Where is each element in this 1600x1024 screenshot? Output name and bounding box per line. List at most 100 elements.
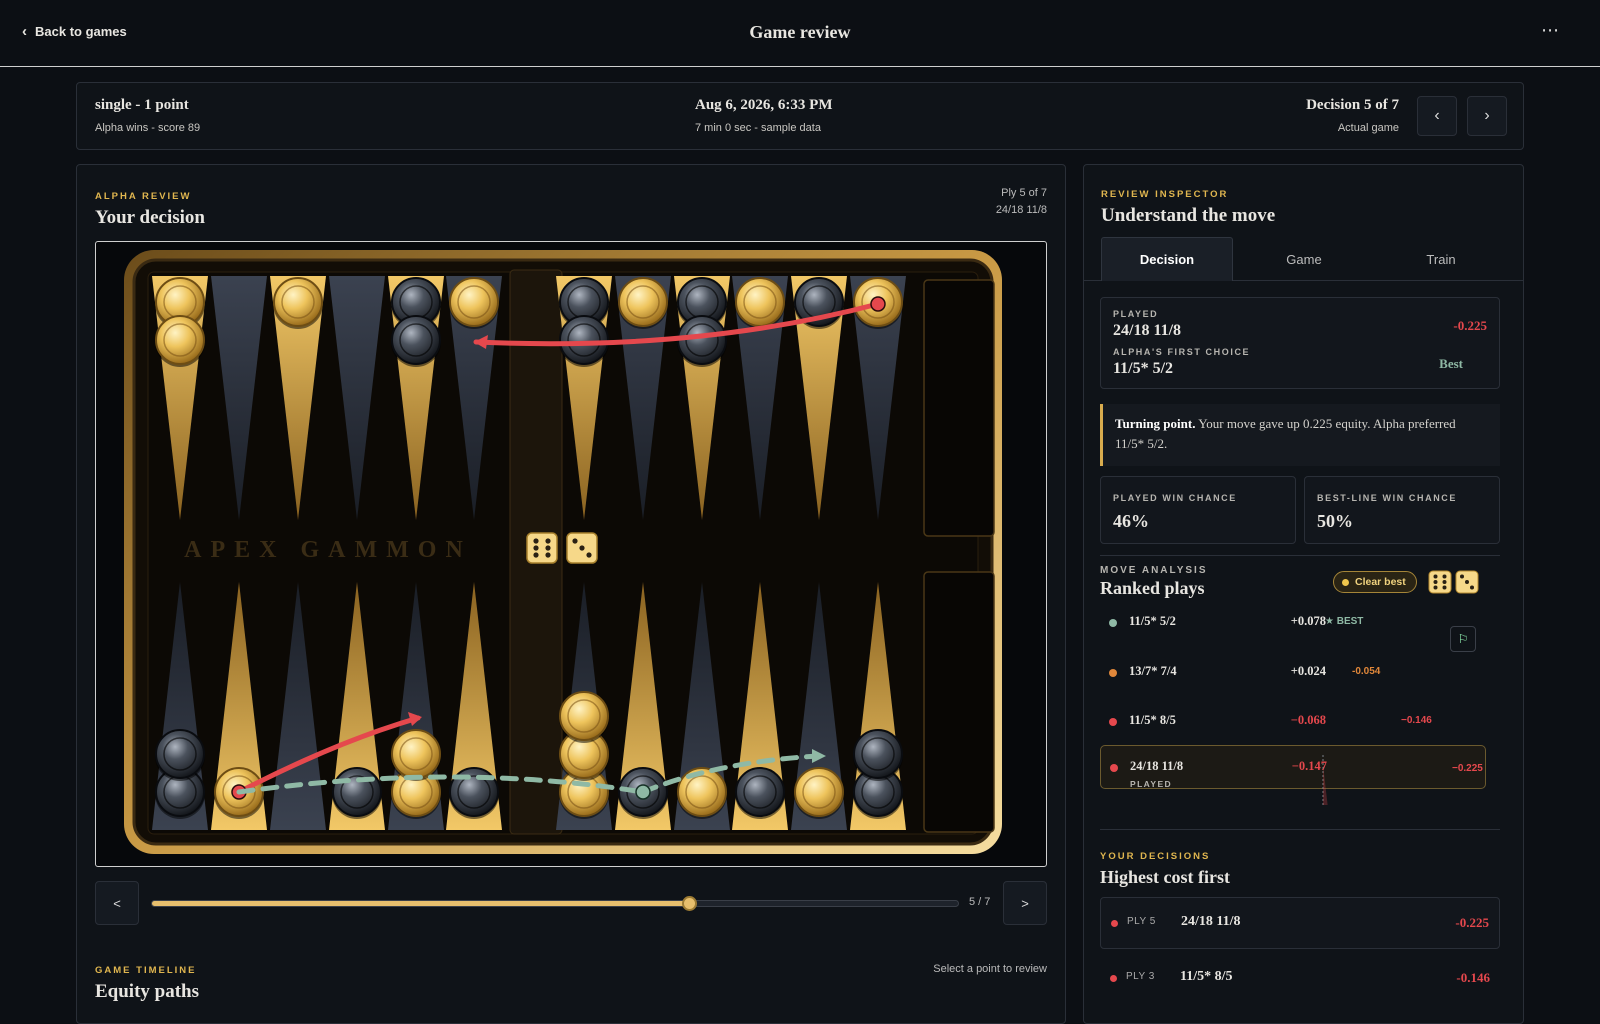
die-pip [533,538,539,544]
page-title: Game review [749,22,851,42]
decision-ply: PLY 5 [1127,916,1156,927]
played-equity: -0.225 [1453,318,1487,333]
match-result: Alpha wins - score 89 [95,122,201,134]
decision-ply: PLY 3 [1126,971,1155,982]
die-icon [526,532,558,564]
dark-checker [559,315,609,365]
flag-play-icon[interactable]: ⚐ [1450,626,1476,652]
gold-checker [618,277,668,327]
scrub-handle[interactable] [682,896,698,911]
die-pip [586,552,592,558]
move-origin-marker [870,296,886,312]
scrub-count: 5 / 7 [969,896,991,908]
ply-scrubber: < 5 / 7 > [95,881,1047,925]
gold-checker [735,277,785,327]
gold-checker [155,315,205,365]
die-pip [545,538,551,544]
game-duration: 7 min 0 sec - sample data [695,122,821,134]
tab-game[interactable]: Game [1238,237,1370,281]
more-options-icon[interactable]: ⋯ [1541,20,1560,41]
timeline-eyebrow: GAME TIMELINE [95,965,197,976]
your-decisions-eyebrow: YOUR DECISIONS [1100,851,1211,862]
move-analysis-eyebrow: MOVE ANALYSIS [1100,565,1208,576]
clear-best-badge[interactable]: Clear best [1333,571,1417,593]
first-choice-move: 11/5* 5/2 [1113,360,1174,377]
prev-decision-button[interactable]: ‹ [1417,96,1457,136]
decision-title: Your decision [95,207,205,228]
gold-checker [559,691,609,741]
cost-dot-icon [1110,975,1117,982]
scrub-track-fill [152,901,690,906]
review-mode: Actual game [1337,122,1399,134]
decision-row[interactable]: PLY 3 11/5* 8/5 -0.146 [1100,953,1500,1005]
decision-row[interactable]: PLY 5 24/18 11/8 -0.225 [1100,897,1500,949]
timeline-hint: Select a point to review [933,963,1047,975]
dark-checker [853,729,903,779]
die-pip [545,545,551,551]
decision-move: 24/18 11/8 [1181,914,1241,929]
die-pip [533,552,539,558]
equity-loss-wedge [1323,765,1328,805]
scrub-prev-button[interactable]: < [95,881,139,925]
game-summary-bar: single - 1 point Alpha wins - score 89 A… [76,82,1524,150]
gold-checker [794,767,844,817]
board-watermark: APEX GAMMON [184,537,472,563]
played-label: PLAYED [1113,309,1159,319]
played-move: 24/18 11/8 [1113,322,1182,339]
cost-dot-icon [1111,920,1118,927]
scrub-track[interactable] [151,896,959,911]
die-pip [579,545,585,551]
game-date: Aug 6, 2026, 6:33 PM [695,97,833,113]
first-choice-label: ALPHA'S FIRST CHOICE [1113,347,1251,357]
your-decisions-title: Highest cost first [1100,867,1230,887]
dark-checker [391,315,441,365]
bear-off-tray [923,571,995,833]
decision-counter: Decision 5 of 7 [1306,97,1399,113]
backgammon-board[interactable]: APEX GAMMON [95,241,1047,867]
dark-checker [735,767,785,817]
dark-checker [332,767,382,817]
best-win-label: BEST-LINE WIN CHANCE [1317,493,1457,503]
decision-equity: -0.225 [1455,915,1489,930]
ply-counter: Ply 5 of 7 [1001,187,1047,199]
played-win-chance-card: PLAYED WIN CHANCE 46% [1100,476,1296,544]
played-win-label: PLAYED WIN CHANCE [1113,493,1237,503]
divider [1100,829,1500,830]
scrub-next-button[interactable]: > [1003,881,1047,925]
review-inspector: REVIEW INSPECTOR Understand the move Dec… [1083,164,1524,1024]
clear-best-dot-icon [1342,578,1349,586]
tab-train[interactable]: Train [1375,237,1507,281]
best-win-value: 50% [1317,511,1353,531]
review-eyebrow: ALPHA REVIEW [95,191,192,202]
dark-checker [155,729,205,779]
die-pip [572,538,578,544]
clear-best-label: Clear best [1355,576,1406,588]
ply-move: 24/18 11/8 [995,204,1047,216]
gold-checker [449,277,499,327]
decision-equity: -0.146 [1456,970,1490,985]
match-type: single - 1 point [95,97,189,113]
decision-move: 11/5* 8/5 [1180,969,1233,984]
tab-decision[interactable]: Decision [1101,237,1233,281]
turning-point-title: Turning point. [1115,416,1196,431]
best-tag: Best [1439,356,1463,371]
best-move-marker [635,784,651,800]
played-win-value: 46% [1113,511,1149,531]
played-vs-best-card: PLAYED 24/18 11/8 -0.225 ALPHA'S FIRST C… [1100,297,1500,389]
inspector-eyebrow: REVIEW INSPECTOR [1101,189,1229,200]
die-pip [545,552,551,558]
turning-point-callout: Turning point. Your move gave up 0.225 e… [1100,404,1500,466]
ranked-plays-title: Ranked plays [1100,578,1205,598]
inspector-title: Understand the move [1101,205,1276,226]
die-pip [533,545,539,551]
top-bar: ‹ Back to games Game review ⋯ [0,0,1600,67]
next-decision-button[interactable]: › [1467,96,1507,136]
inspector-tabs: Decision Game Train [1084,237,1523,281]
dice-icon [1428,570,1479,594]
gold-checker [391,729,441,779]
best-win-chance-card: BEST-LINE WIN CHANCE 50% [1304,476,1500,544]
bear-off-tray [923,279,995,537]
game-timeline: GAME TIMELINE Equity paths Select a poin… [95,963,1047,1003]
decision-panel: ALPHA REVIEW Your decision Ply 5 of 7 24… [76,164,1066,1024]
gold-checker [273,277,323,327]
